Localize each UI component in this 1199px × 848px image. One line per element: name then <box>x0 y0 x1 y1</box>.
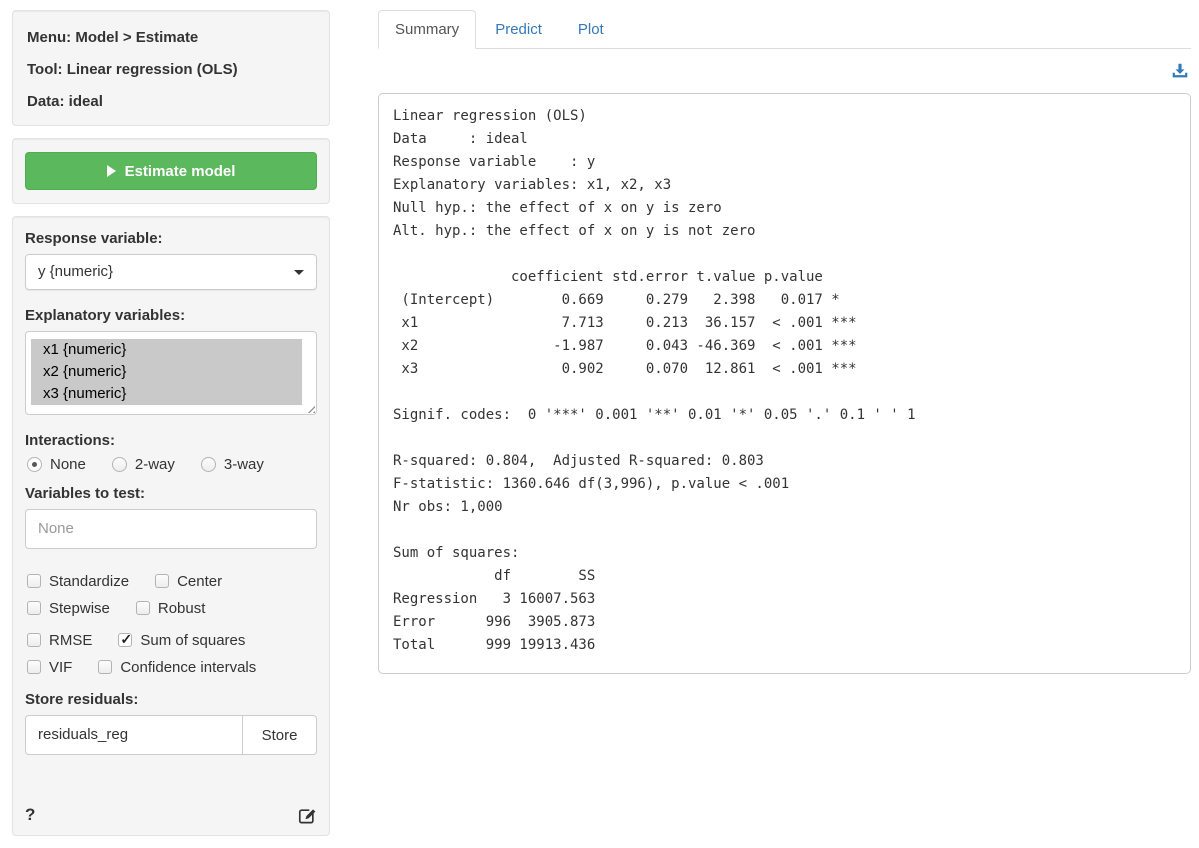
checkbox-vif-icon[interactable] <box>27 660 41 674</box>
radio-2way[interactable]: 2-way <box>112 456 175 473</box>
dataset-name: Data: ideal <box>27 92 315 112</box>
checkbox-sum-of-squares-label: Sum of squares <box>140 632 245 649</box>
checkbox-stepwise[interactable]: Stepwise <box>27 600 110 617</box>
response-variable-label: Response variable: <box>25 230 317 247</box>
sidebar: Menu: Model > Estimate Tool: Linear regr… <box>12 10 330 848</box>
checkbox-row-1: Standardize Center <box>27 572 317 590</box>
checkbox-standardize-label: Standardize <box>49 573 129 590</box>
tool-name: Tool: Linear regression (OLS) <box>27 60 315 80</box>
checkbox-vif-label: VIF <box>49 659 72 676</box>
interactions-label: Interactions: <box>25 432 317 449</box>
checkbox-vif[interactable]: VIF <box>27 659 72 676</box>
store-residuals-group: residuals_reg Store <box>25 715 317 755</box>
store-button[interactable]: Store <box>243 715 317 755</box>
download-icon[interactable] <box>1171 62 1189 80</box>
checkbox-row-2: Stepwise Robust <box>27 599 317 617</box>
tab-predict-label: Predict <box>478 10 559 49</box>
variables-to-test-input[interactable]: None <box>25 509 317 549</box>
radio-2way-label: 2-way <box>135 456 175 473</box>
sidebar-footer: ? <box>25 805 317 825</box>
tab-plot[interactable]: Plot <box>561 10 621 49</box>
interactions-radio-group: None 2-way 3-way <box>27 456 317 473</box>
store-residuals-label: Store residuals: <box>25 691 317 708</box>
radio-3way-icon[interactable] <box>201 457 216 472</box>
checkbox-rmse[interactable]: RMSE <box>27 632 92 649</box>
response-variable-value: y {numeric} <box>38 263 113 280</box>
tab-plot-label: Plot <box>561 10 621 49</box>
checkbox-rmse-icon[interactable] <box>27 633 41 647</box>
estimate-panel: Estimate model <box>12 138 330 204</box>
edit-pencil-square-icon[interactable] <box>298 806 317 825</box>
checkbox-center-label: Center <box>177 573 222 590</box>
checkbox-sum-of-squares-icon[interactable] <box>118 633 132 647</box>
model-controls-panel: Response variable: y {numeric} Explanato… <box>12 216 330 836</box>
radio-3way-label: 3-way <box>224 456 264 473</box>
radio-none-icon[interactable] <box>27 457 42 472</box>
explanatory-option-x3[interactable]: x3 {numeric} <box>31 383 302 405</box>
checkbox-standardize-icon[interactable] <box>27 574 41 588</box>
radio-3way[interactable]: 3-way <box>201 456 264 473</box>
checkbox-confidence-intervals[interactable]: Confidence intervals <box>98 659 256 676</box>
explanatory-variables-select[interactable]: x1 {numeric} x2 {numeric} x3 {numeric} <box>25 331 317 415</box>
tab-bar: Summary Predict Plot <box>378 10 1191 49</box>
radio-none-label: None <box>50 456 86 473</box>
checkbox-row-4: VIF Confidence intervals <box>27 658 317 676</box>
regression-summary-output: Linear regression (OLS) Data : ideal Res… <box>378 93 1191 674</box>
tab-summary-label: Summary <box>378 10 476 49</box>
checkbox-center-icon[interactable] <box>155 574 169 588</box>
caret-down-icon <box>294 270 304 275</box>
explanatory-option-x2[interactable]: x2 {numeric} <box>31 361 302 383</box>
response-variable-select[interactable]: y {numeric} <box>25 254 317 290</box>
tab-predict[interactable]: Predict <box>478 10 559 49</box>
output-toolbar <box>378 49 1191 93</box>
explanatory-variables-label: Explanatory variables: <box>25 307 317 324</box>
checkbox-confidence-intervals-label: Confidence intervals <box>120 659 256 676</box>
main-panel: Summary Predict Plot Linear regression (… <box>378 10 1191 674</box>
checkbox-robust[interactable]: Robust <box>136 600 206 617</box>
checkbox-row-3: RMSE Sum of squares <box>27 631 317 649</box>
play-icon <box>107 165 116 177</box>
radio-2way-icon[interactable] <box>112 457 127 472</box>
estimate-model-label: Estimate model <box>125 163 236 180</box>
store-residuals-input[interactable]: residuals_reg <box>25 715 243 755</box>
checkbox-robust-label: Robust <box>158 600 206 617</box>
checkbox-confidence-intervals-icon[interactable] <box>98 660 112 674</box>
help-icon[interactable]: ? <box>25 805 35 825</box>
menu-breadcrumb: Menu: Model > Estimate <box>27 28 315 48</box>
tab-summary[interactable]: Summary <box>378 10 476 49</box>
explanatory-option-x1[interactable]: x1 {numeric} <box>31 339 302 361</box>
estimate-model-button[interactable]: Estimate model <box>25 152 317 190</box>
checkbox-rmse-label: RMSE <box>49 632 92 649</box>
model-info-panel: Menu: Model > Estimate Tool: Linear regr… <box>12 10 330 126</box>
resize-grip-icon[interactable] <box>305 403 315 413</box>
variables-to-test-label: Variables to test: <box>25 485 317 502</box>
checkbox-stepwise-label: Stepwise <box>49 600 110 617</box>
checkbox-sum-of-squares[interactable]: Sum of squares <box>118 632 245 649</box>
checkbox-stepwise-icon[interactable] <box>27 601 41 615</box>
checkbox-robust-icon[interactable] <box>136 601 150 615</box>
checkbox-standardize[interactable]: Standardize <box>27 573 129 590</box>
checkbox-center[interactable]: Center <box>155 573 222 590</box>
variables-to-test-placeholder: None <box>38 520 74 537</box>
radio-none[interactable]: None <box>27 456 86 473</box>
